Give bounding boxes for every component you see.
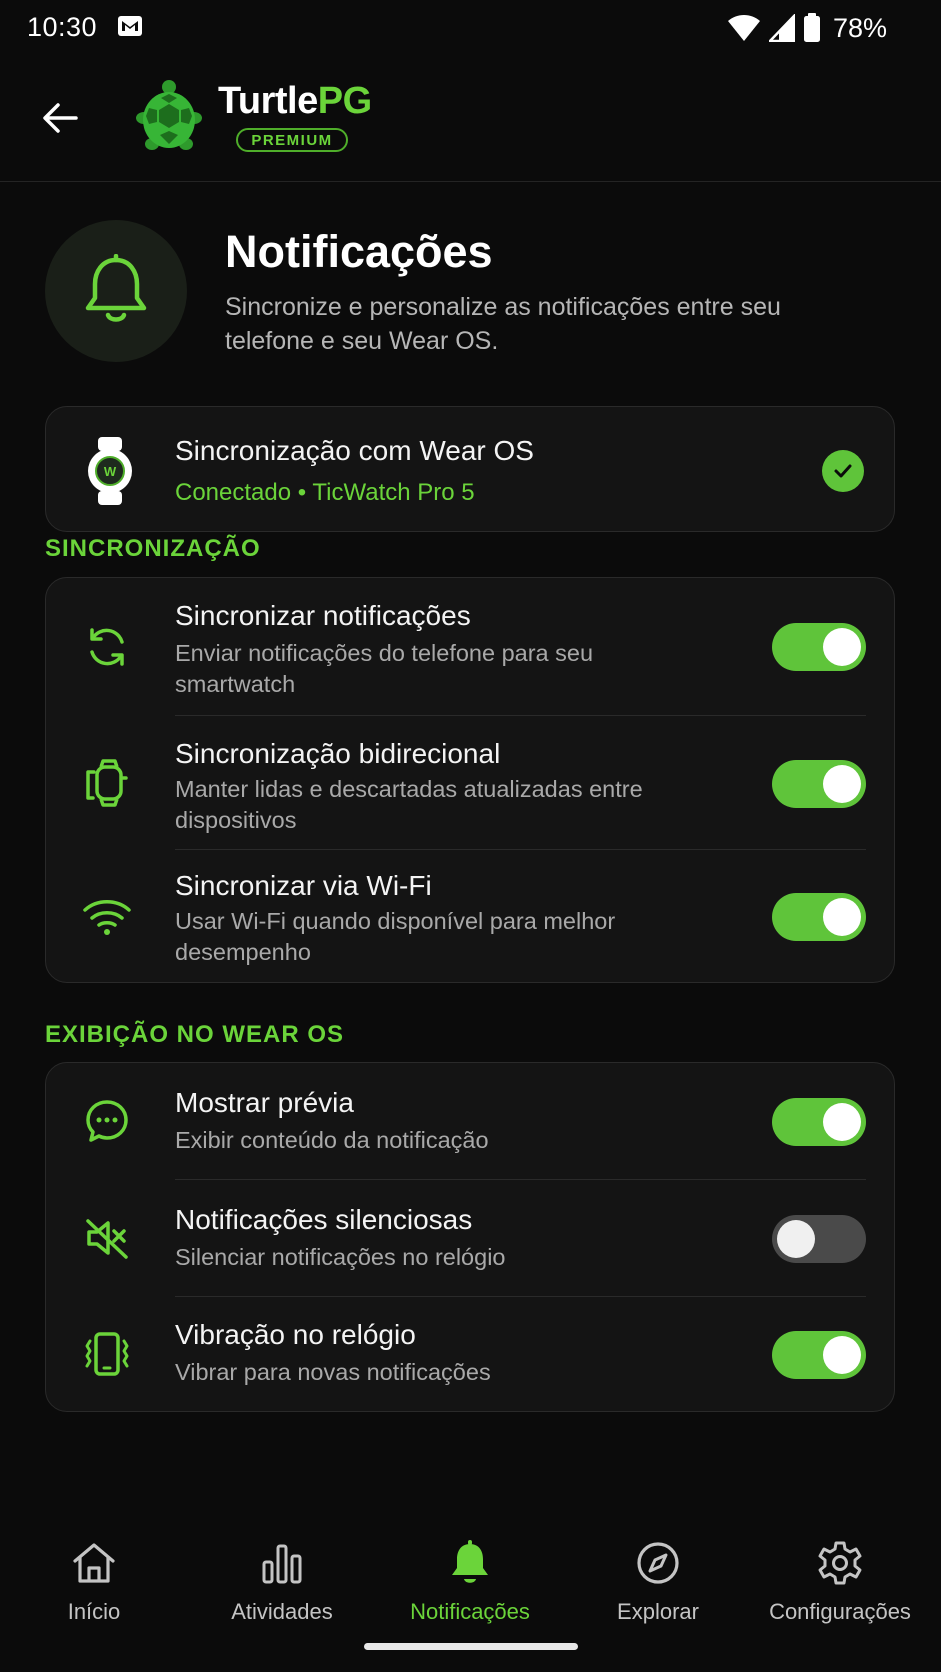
nav-item-atividades[interactable]: Atividades — [188, 1512, 376, 1632]
setting-row-silent-notifications[interactable]: Notificações silenciosas Silenciar notif… — [46, 1180, 896, 1297]
volume-mute-icon — [82, 1213, 132, 1263]
nav-item-notificacoes[interactable]: Notificações — [376, 1512, 564, 1632]
silent-notifications-toggle[interactable] — [772, 1215, 866, 1263]
nav-label: Início — [67, 1599, 121, 1624]
setting-description: Vibrar para novas notificações — [175, 1359, 491, 1385]
gmail-icon — [118, 16, 142, 36]
nav-label: Notificações — [410, 1599, 530, 1624]
message-preview-icon — [82, 1096, 132, 1146]
nav-label: Atividades — [231, 1599, 333, 1624]
check-circle-icon — [822, 450, 864, 492]
intro-bell-icon-container — [45, 220, 187, 362]
setting-description: Usar Wi-Fi quando disponível para melhor… — [175, 908, 616, 965]
toggle-knob — [823, 765, 861, 803]
toggle-knob — [777, 1220, 815, 1258]
setting-row-sync-wifi[interactable]: Sincronizar via Wi-Fi Usar Wi-Fi quando … — [46, 850, 896, 984]
watch-sync-icon — [82, 758, 132, 808]
nav-label: Explorar — [617, 1599, 699, 1624]
home-indicator[interactable] — [364, 1643, 578, 1650]
setting-row-sync-notifications[interactable]: Sincronizar notificações Enviar notifica… — [46, 578, 896, 716]
vibration-icon — [82, 1329, 132, 1379]
sync-settings-card: Sincronizar notificações Enviar notifica… — [45, 577, 895, 983]
setting-title: Notificações silenciosas — [175, 1204, 473, 1235]
nav-item-inicio[interactable]: Início — [0, 1512, 188, 1632]
battery-icon — [803, 13, 820, 42]
battery-percentage: 78% — [832, 12, 887, 43]
bar-chart-icon — [257, 1538, 307, 1588]
wifi-icon — [727, 15, 760, 41]
toggle-knob — [823, 1103, 861, 1141]
watch-vibration-toggle[interactable] — [772, 1331, 866, 1379]
brand-name-prefix: Turtle — [218, 80, 318, 122]
page-subtitle: Sincronize e personalize as notificações… — [225, 293, 781, 355]
cellular-signal-icon — [768, 14, 795, 42]
section-label-sync: SINCRONIZAÇÃO — [45, 535, 261, 562]
bell-icon — [445, 1538, 495, 1588]
nav-label: Configurações — [769, 1599, 911, 1624]
status-bar: 10:30 78% — [0, 0, 941, 58]
gear-icon — [815, 1538, 865, 1588]
svg-text:W: W — [104, 464, 117, 479]
setting-description: Manter lidas e descartadas atualizadas e… — [175, 776, 643, 833]
sync-icon — [82, 622, 132, 672]
setting-description: Silenciar notificações no relógio — [175, 1244, 506, 1270]
status-icons: 78% — [727, 10, 887, 46]
device-card-title: Sincronização com Wear OS — [175, 435, 534, 466]
bell-icon — [85, 254, 147, 322]
device-connection-status: Conectado • TicWatch Pro 5 — [175, 479, 475, 506]
home-icon — [69, 1538, 119, 1588]
toggle-knob — [823, 1336, 861, 1374]
setting-title: Vibração no relógio — [175, 1319, 416, 1350]
wifi-icon — [82, 892, 132, 942]
compass-icon — [633, 1538, 683, 1588]
status-time: 10:30 — [27, 12, 98, 42]
brand-name: TurtlePG — [218, 80, 372, 123]
premium-badge: PREMIUM — [236, 128, 348, 152]
notifications-screen: 10:30 78% TurtlePG PREMIUM Notificações … — [0, 0, 941, 1672]
bidirectional-sync-toggle[interactable] — [772, 760, 866, 808]
wear-os-display-card: Mostrar prévia Exibir conteúdo da notifi… — [45, 1062, 895, 1412]
setting-description: Exibir conteúdo da notificação — [175, 1127, 489, 1153]
setting-title: Mostrar prévia — [175, 1087, 354, 1118]
setting-row-bidirectional-sync[interactable]: Sincronização bidirecional Manter lidas … — [46, 716, 896, 850]
setting-title: Sincronização bidirecional — [175, 738, 501, 769]
smartwatch-icon: W — [88, 437, 132, 505]
arrow-left-icon[interactable] — [38, 96, 82, 140]
sync-wifi-toggle[interactable] — [772, 893, 866, 941]
setting-row-watch-vibration[interactable]: Vibração no relógio Vibrar para novas no… — [46, 1297, 896, 1413]
sync-notifications-toggle[interactable] — [772, 623, 866, 671]
wear-os-device-card[interactable]: W Sincronização com Wear OS Conectado • … — [45, 406, 895, 532]
show-preview-toggle[interactable] — [772, 1098, 866, 1146]
nav-item-configuracoes[interactable]: Configurações — [746, 1512, 934, 1632]
setting-title: Sincronizar notificações — [175, 600, 471, 631]
turtle-logo — [136, 80, 202, 150]
app-header: TurtlePG PREMIUM — [0, 58, 941, 182]
page-title: Notificações — [225, 226, 493, 277]
setting-description: Enviar notificações do telefone para seu… — [175, 640, 594, 697]
toggle-knob — [823, 898, 861, 936]
section-label-wear-os-display: EXIBIÇÃO NO WEAR OS — [45, 1021, 345, 1048]
setting-row-show-preview[interactable]: Mostrar prévia Exibir conteúdo da notifi… — [46, 1063, 896, 1180]
brand-name-suffix: PG — [317, 80, 372, 122]
nav-item-explorar[interactable]: Explorar — [564, 1512, 752, 1632]
setting-title: Sincronizar via Wi-Fi — [175, 870, 432, 901]
toggle-knob — [823, 628, 861, 666]
